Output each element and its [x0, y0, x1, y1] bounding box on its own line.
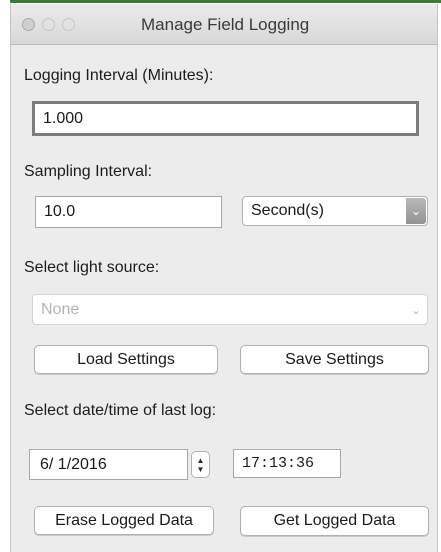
close-window-icon[interactable] [22, 18, 35, 31]
sampling-unit-value: Second(s) [251, 202, 324, 219]
title-bar[interactable]: Manage Field Logging [11, 4, 437, 45]
light-source-select[interactable]: None ⌄ [32, 294, 428, 325]
last-log-label: Select date/time of last log: [24, 402, 217, 419]
sampling-unit-select[interactable]: Second(s) ⌄ [242, 196, 428, 226]
sampling-interval-label: Sampling Interval: [24, 163, 153, 180]
chevron-down-icon: ⌄ [406, 198, 426, 224]
screen: Manage Field Logging Logging Interval (M… [0, 0, 441, 552]
stepper-up-icon[interactable]: ▲ [197, 456, 205, 465]
minimize-window-icon[interactable] [42, 18, 55, 31]
date-stepper[interactable]: ▲ ▼ [191, 451, 210, 478]
save-settings-button[interactable]: Save Settings [240, 345, 429, 374]
erase-logged-data-button[interactable]: Erase Logged Data [34, 506, 214, 535]
last-log-time-input[interactable]: 17:13:36 [233, 449, 341, 478]
background-window-edge [10, 0, 441, 3]
chevron-down-icon: ⌄ [410, 302, 422, 317]
load-settings-button[interactable]: Load Settings [34, 345, 218, 374]
light-source-value: None [41, 300, 80, 318]
sampling-interval-input[interactable]: 10.0 [35, 196, 222, 228]
get-logged-data-button[interactable]: Get Logged Data [240, 506, 429, 536]
last-log-date-input[interactable]: 6/ 1/2016 [29, 449, 188, 480]
window-title: Manage Field Logging [141, 15, 310, 34]
stepper-down-icon[interactable]: ▼ [197, 465, 205, 474]
manage-field-logging-window: Manage Field Logging Logging Interval (M… [10, 4, 438, 552]
logging-interval-label: Logging Interval (Minutes): [24, 67, 214, 84]
light-source-label: Select light source: [24, 259, 160, 276]
logging-interval-input[interactable]: 1.000 [32, 101, 419, 136]
zoom-window-icon[interactable] [62, 18, 75, 31]
